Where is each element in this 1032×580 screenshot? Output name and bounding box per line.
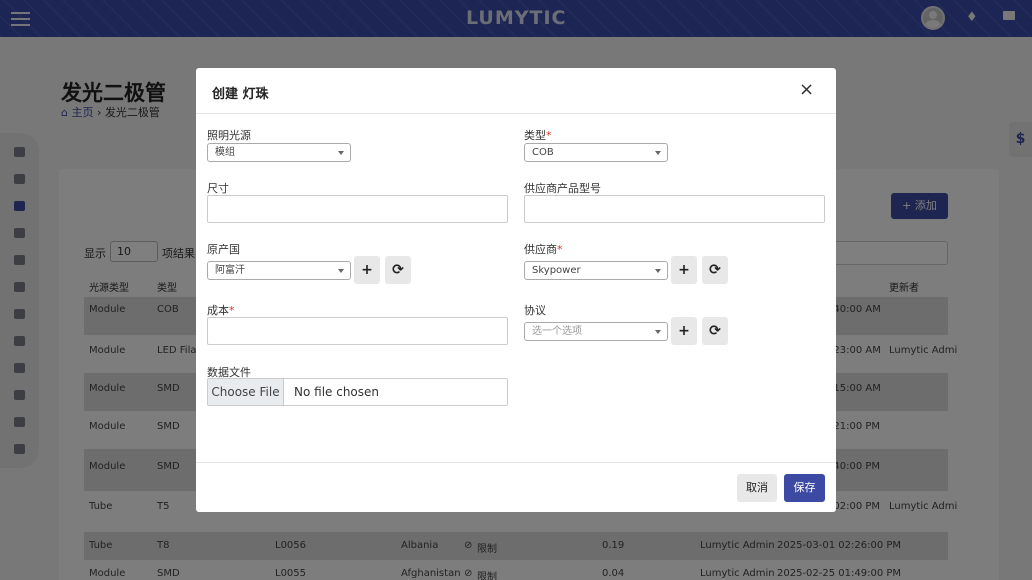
size-label: 尺寸 [207,182,229,195]
light-source-label: 照明光源 [207,129,251,142]
light-source-select[interactable]: 模组 [207,143,351,162]
add-origin-button[interactable]: + [354,256,380,284]
add-protocol-button[interactable]: + [671,317,697,345]
cost-label: 成本* [207,304,235,317]
modal-footer-divider [196,462,836,463]
refresh-icon: ⟳ [709,323,721,339]
save-button[interactable]: 保存 [784,474,825,502]
type-label: 类型* [524,129,552,142]
required-mark: * [229,304,235,317]
supplier-model-label: 供应商产品型号 [524,182,601,195]
choose-file-button[interactable]: Choose File [208,379,284,405]
protocol-select[interactable]: 选一个选项 [524,322,668,341]
type-select[interactable]: COB [524,143,668,162]
size-input[interactable] [207,195,508,223]
required-mark: * [546,129,552,142]
protocol-label: 协议 [524,304,546,317]
create-led-modal: 创建 灯珠 × 照明光源 模组 类型* COB 尺寸 供应商产品型号 原产国 阿… [196,68,836,512]
refresh-supplier-button[interactable]: ⟳ [702,256,728,284]
modal-title: 创建 灯珠 [212,87,269,102]
origin-select[interactable]: 阿富汗 [207,261,351,280]
origin-label: 原产国 [207,243,240,256]
supplier-select[interactable]: Skypower [524,261,668,280]
supplier-model-input[interactable] [524,195,825,223]
cancel-button[interactable]: 取消 [737,474,777,502]
modal-header: 创建 灯珠 × [196,68,836,114]
refresh-origin-button[interactable]: ⟳ [385,256,411,284]
required-mark: * [557,243,563,256]
refresh-protocol-button[interactable]: ⟳ [702,317,728,345]
datafile-input[interactable]: Choose File No file chosen [207,378,508,406]
supplier-label: 供应商* [524,243,563,256]
cost-input[interactable] [207,317,508,345]
close-icon[interactable]: × [799,81,814,99]
refresh-icon: ⟳ [392,262,404,278]
add-supplier-button[interactable]: + [671,256,697,284]
file-status: No file chosen [294,385,380,399]
refresh-icon: ⟳ [709,262,721,278]
